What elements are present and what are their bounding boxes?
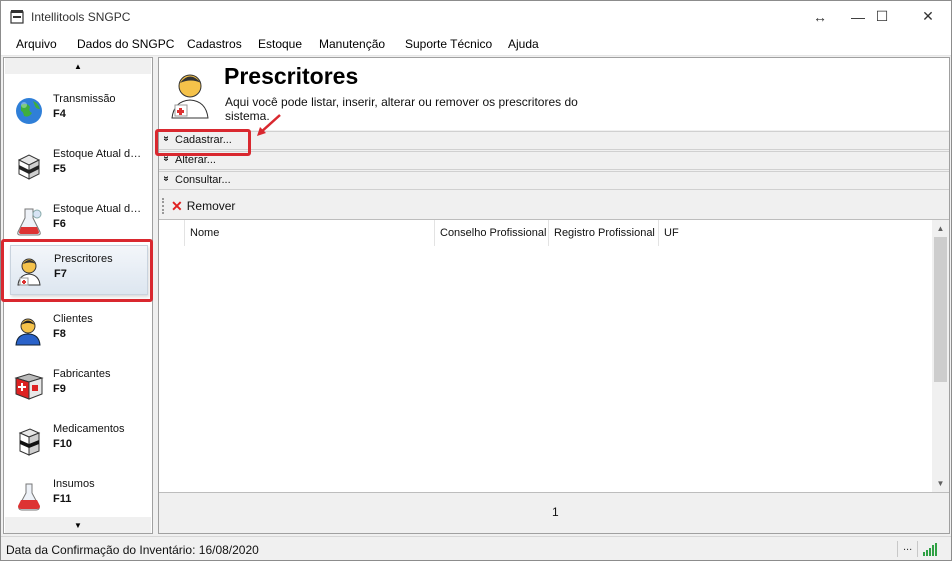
scroll-down-arrow-icon[interactable]: ▼ (932, 475, 949, 492)
sidebar-item-shortcut: F5 (53, 163, 66, 175)
close-button[interactable]: ✕ (905, 1, 951, 32)
sidebar-item-shortcut: F8 (53, 328, 66, 340)
toolbar-grip[interactable] (162, 198, 164, 214)
flask-icon (17, 208, 42, 236)
sidebar-item-clientes[interactable]: Clientes F8 (10, 306, 148, 356)
status-separator (897, 541, 898, 557)
status-separator (917, 541, 918, 557)
factory-box-icon (14, 373, 44, 400)
selection-highlight-box (1, 239, 153, 302)
page-number[interactable]: 1 (552, 505, 559, 519)
sidebar-item-transmissao[interactable]: Transmissão F4 (10, 86, 148, 136)
column-header-registro[interactable]: Registro Profissional (549, 220, 659, 246)
sidebar-item-medicamentos[interactable]: Medicamentos F10 (10, 416, 148, 466)
sidebar-scroll-up-button[interactable]: ▲ (5, 58, 151, 74)
sidebar-item-label: Fabricantes (53, 368, 111, 380)
menu-arquivo[interactable]: Arquivo (16, 37, 57, 51)
signal-strength-icon (923, 543, 937, 556)
sidebar-item-insumos[interactable]: Insumos F11 (10, 471, 148, 521)
sidebar-item-shortcut: F11 (53, 493, 72, 505)
page-title: Prescritores (224, 63, 359, 89)
menu-dados-sngpc[interactable]: Dados do SNGPC (77, 37, 174, 51)
sidebar-item-shortcut: F6 (53, 218, 66, 230)
window-title: Intellitools SNGPC (31, 10, 131, 24)
medicine-box-icon (17, 154, 41, 180)
table-vertical-scrollbar[interactable]: ▲ ▼ (932, 220, 949, 492)
sidebar-item-label: Clientes (53, 313, 93, 325)
remove-button[interactable]: ✕ Remover (171, 197, 235, 215)
scroll-up-arrow-icon[interactable]: ▲ (932, 220, 949, 237)
menu-ajuda[interactable]: Ajuda (508, 37, 539, 51)
column-header-uf[interactable]: UF (659, 220, 699, 246)
sidebar-item-shortcut: F10 (53, 438, 72, 450)
client-icon (15, 318, 41, 346)
scrollbar-thumb[interactable] (934, 237, 947, 382)
sidebar-item-label: Insumos (53, 478, 95, 490)
medicine-box-icon (18, 428, 41, 456)
action-toolbar: ✕ Remover (159, 193, 949, 219)
sidebar-item-shortcut: F4 (53, 108, 66, 120)
globe-icon (16, 98, 42, 124)
section-consultar[interactable]: » Consultar... (159, 171, 949, 190)
sidebar-item-fabricantes[interactable]: Fabricantes F9 (10, 361, 148, 411)
title-bar: Intellitools SNGPC ↔ — ☐ ✕ (1, 1, 951, 32)
sidebar-item-label: Medicamentos (53, 423, 125, 435)
prescritores-table[interactable]: Nome Conselho Profissional Registro Prof… (159, 219, 949, 493)
status-more: ... (903, 541, 913, 553)
column-header-nome[interactable]: Nome (185, 220, 435, 246)
app-window: Intellitools SNGPC ↔ — ☐ ✕ Arquivo Dados… (0, 0, 952, 561)
sidebar-item-label: Estoque Atual de Medicamentos (53, 148, 145, 160)
menu-bar: Arquivo Dados do SNGPC Cadastros Estoque… (1, 32, 951, 56)
sidebar-item-shortcut: F9 (53, 383, 66, 395)
menu-manutencao[interactable]: Manutenção (319, 37, 385, 51)
annotation-arrow-icon (257, 114, 281, 136)
expand-chevron-icon: » (160, 175, 172, 182)
status-text: Data da Confirmação do Inventário: 16/08… (6, 543, 259, 557)
sidebar-item-estoque-medicamentos[interactable]: Estoque Atual de Medicamentos F5 (10, 141, 148, 191)
status-bar: Data da Confirmação do Inventário: 16/08… (1, 536, 951, 560)
doctor-icon (171, 74, 209, 119)
main-panel: Prescritores Aqui você pode listar, inse… (155, 57, 950, 534)
remove-button-label: Remover (186, 199, 236, 213)
section-alterar[interactable]: » Alterar... (159, 151, 949, 170)
pager: 1 (159, 493, 949, 533)
column-header-conselho[interactable]: Conselho Profissional (435, 220, 549, 246)
flask-icon (18, 483, 40, 511)
sidebar-scroll-down-button[interactable]: ▼ (5, 517, 151, 533)
menu-estoque[interactable]: Estoque (258, 37, 302, 51)
app-logo-icon (10, 10, 24, 24)
sidebar-item-label: Transmissão (53, 93, 116, 105)
menu-suporte-tecnico[interactable]: Suporte Técnico (405, 37, 492, 51)
row-selector-header (159, 220, 185, 246)
section-label: Consultar... (175, 174, 231, 186)
sidebar-item-label: Estoque Atual de Insumos (53, 203, 145, 215)
maximize-button[interactable]: ☐ (859, 1, 905, 32)
remove-x-icon: ✕ (171, 198, 183, 214)
expand-chevron-icon: » (160, 155, 172, 162)
menu-cadastros[interactable]: Cadastros (187, 37, 242, 51)
cadastrar-highlight-box (155, 129, 251, 156)
